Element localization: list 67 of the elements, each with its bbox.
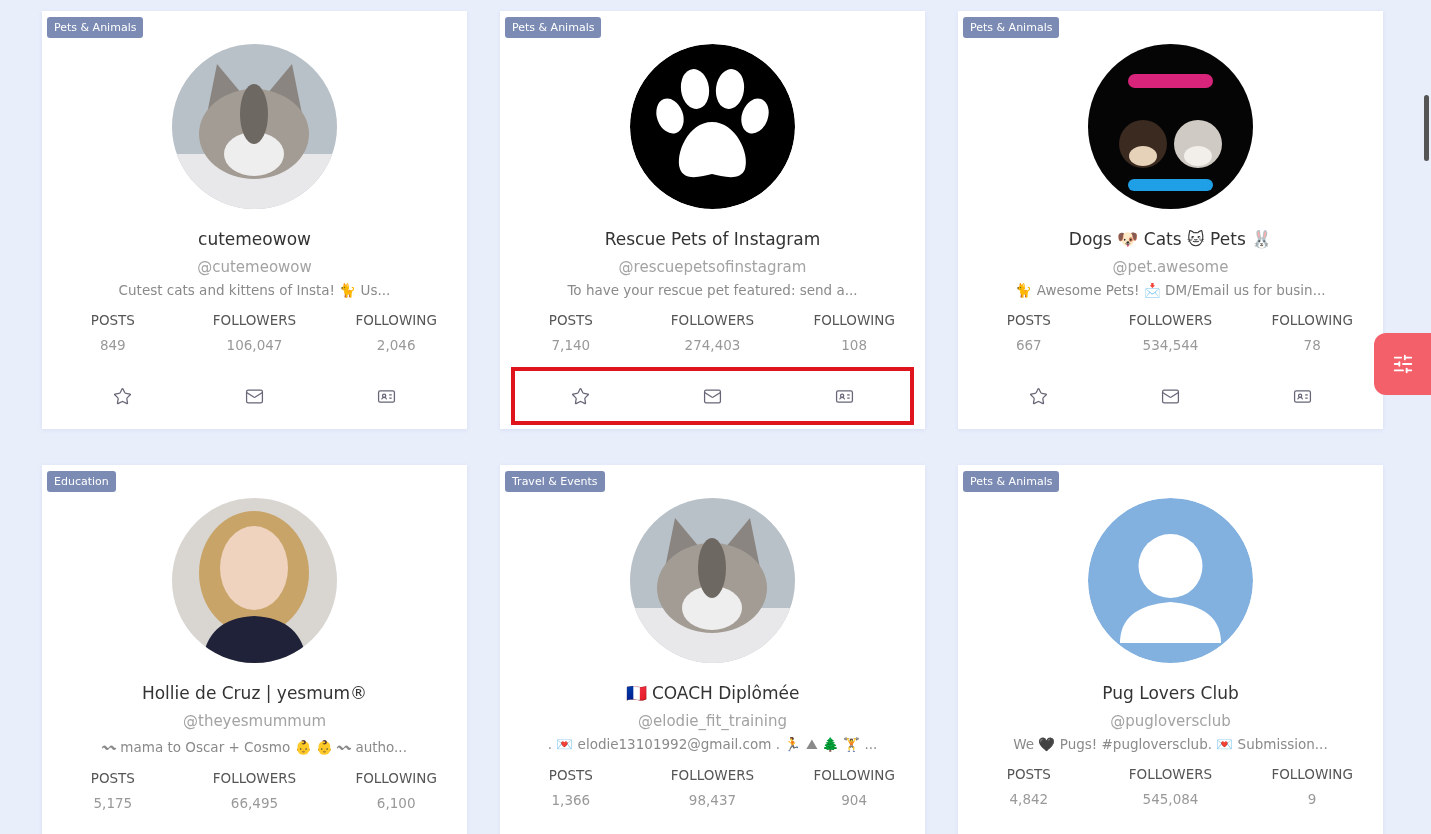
- stat-value: 545,084: [1142, 791, 1199, 807]
- profile-bio: 🐈 Awesome Pets! 📩 DM/Email us for busin...: [1015, 282, 1326, 298]
- stat-label: FOLLOWERS: [212, 770, 297, 786]
- category-tag: Pets & Animals: [47, 17, 144, 38]
- stat-label: FOLLOWING: [1271, 766, 1353, 782]
- stat-label: POSTS: [548, 312, 593, 328]
- stat-label: FOLLOWERS: [1128, 312, 1213, 328]
- stat-value: 2,046: [376, 337, 416, 353]
- scrollbar-thumb[interactable]: [1424, 95, 1429, 161]
- stat-value: 78: [1303, 337, 1321, 353]
- profile-name: Hollie de Cruz | yesmum®: [141, 683, 368, 703]
- stat-value: 5,175: [93, 795, 133, 811]
- stat-value: 4,842: [1009, 791, 1049, 807]
- star-icon[interactable]: [571, 386, 591, 406]
- stat-value: 667: [1015, 337, 1042, 353]
- sliders-icon: [1391, 353, 1414, 375]
- stat-value: 6,100: [376, 795, 416, 811]
- stat-label: POSTS: [1006, 766, 1051, 782]
- star-icon[interactable]: [113, 386, 133, 406]
- stat-value: 66,495: [230, 795, 279, 811]
- profile-bio: . 💌 elodie13101992@gmail.com . 🏃 ⛰ 🌲 🏋 ...: [547, 736, 878, 753]
- stat-label: POSTS: [90, 770, 135, 786]
- stat-label: FOLLOWERS: [670, 312, 755, 328]
- category-tag: Pets & Animals: [505, 17, 602, 38]
- profile-name: cutemeowow: [198, 229, 311, 249]
- stat-value: 274,403: [684, 337, 741, 353]
- stat-value: 849: [99, 337, 126, 353]
- stat-value: 7,140: [551, 337, 591, 353]
- profile-bio: We 🖤 Pugs! #pugloversclub. 💌 Submission...: [1013, 736, 1328, 752]
- profile-name: Dogs 🐶 Cats 🐱 Pets 🐰: [1068, 229, 1273, 249]
- profile-bio: 〰 mama to Oscar + Cosmo 👶 👶 〰 autho...: [102, 738, 407, 756]
- stat-value: 9: [1307, 791, 1317, 807]
- stat-value: 1,366: [551, 792, 591, 808]
- stat-label: FOLLOWERS: [212, 312, 297, 328]
- profile-handle: @pugloversclub: [1110, 712, 1231, 730]
- stat-value: 98,437: [688, 792, 737, 808]
- stat-label: FOLLOWING: [355, 770, 437, 786]
- profile-bio: To have your rescue pet featured: send a...: [567, 282, 858, 298]
- category-tag: Travel & Events: [505, 471, 605, 492]
- filter-button[interactable]: [1374, 333, 1431, 395]
- stat-label: FOLLOWERS: [670, 767, 755, 783]
- stat-label: POSTS: [90, 312, 135, 328]
- stat-value: 106,047: [226, 337, 283, 353]
- stat-value: 108: [841, 337, 868, 353]
- stat-value: 534,544: [1142, 337, 1199, 353]
- profile-handle: @elodie_fit_training: [638, 712, 787, 730]
- profile-handle: @pet.awesome: [1112, 258, 1229, 276]
- category-tag: Pets & Animals: [963, 17, 1060, 38]
- profile-name: Rescue Pets of Instagram: [604, 229, 821, 249]
- person-silhouette-icon: [1088, 498, 1253, 663]
- profile-bio: Cutest cats and kittens of Insta! 🐈 Us...: [118, 282, 391, 298]
- profile-handle: @theyesmummum: [183, 712, 326, 730]
- stat-label: FOLLOWING: [813, 767, 895, 783]
- stat-label: FOLLOWING: [355, 312, 437, 328]
- category-tag: Education: [47, 471, 116, 492]
- stat-label: FOLLOWING: [1271, 312, 1353, 328]
- stat-label: POSTS: [548, 767, 593, 783]
- stat-label: FOLLOWING: [813, 312, 895, 328]
- stat-label: FOLLOWERS: [1128, 766, 1213, 782]
- profile-name: 🇫🇷 COACH Diplômée: [625, 683, 800, 703]
- profile-handle: @cutemeowow: [197, 258, 312, 276]
- star-icon[interactable]: [1029, 386, 1049, 406]
- stat-label: POSTS: [1006, 312, 1051, 328]
- category-tag: Pets & Animals: [963, 471, 1060, 492]
- profile-name: Pug Lovers Club: [1102, 683, 1239, 703]
- profile-handle: @rescuepetsofinstagram: [618, 258, 807, 276]
- stat-value: 904: [841, 792, 868, 808]
